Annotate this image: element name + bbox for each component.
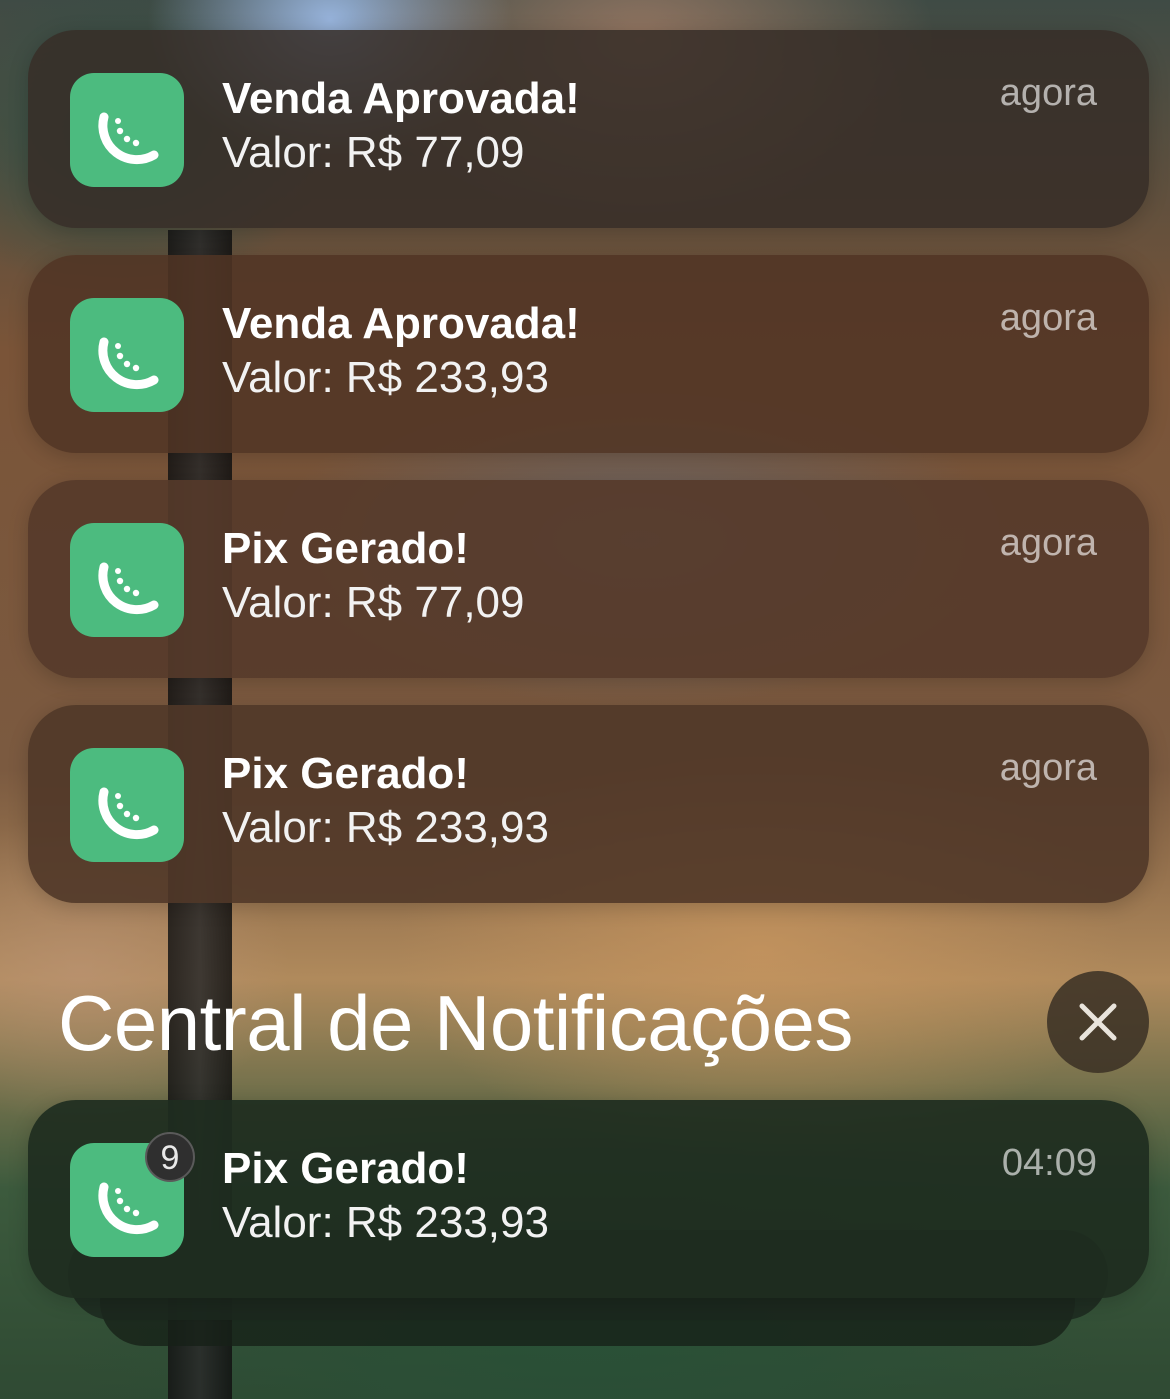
notification-time: agora [999, 297, 1097, 339]
notification-body: Valor: R$ 77,09 [222, 128, 525, 177]
notification-title: Venda Aprovada! [222, 299, 580, 348]
notification-time: agora [999, 72, 1097, 114]
notification-body: Valor: R$ 77,09 [222, 578, 525, 627]
lime-slice-icon [98, 787, 159, 840]
app-icon [70, 523, 184, 637]
lime-slice-icon [98, 112, 159, 165]
notification-title: Pix Gerado! [222, 524, 469, 573]
app-icon [70, 73, 184, 187]
app-icon [70, 748, 184, 862]
notification-body: Valor: R$ 233,93 [222, 353, 549, 402]
lime-slice-icon [98, 337, 159, 390]
notification-body: Valor: R$ 233,93 [222, 803, 549, 852]
notification-count-badge: 9 [145, 1132, 195, 1182]
notification-card[interactable]: Pix Gerado! Valor: R$ 233,93 agora [28, 705, 1149, 903]
notification-time: agora [999, 522, 1097, 564]
notification-title: Pix Gerado! [222, 749, 469, 798]
close-icon [1079, 1003, 1117, 1041]
grouped-notification-card[interactable]: 9 Pix Gerado! Valor: R$ 233,93 04:09 [28, 1100, 1149, 1298]
notification-time: agora [999, 747, 1097, 789]
notification-title: Pix Gerado! [222, 1144, 469, 1193]
notification-card[interactable]: Pix Gerado! Valor: R$ 77,09 agora [28, 480, 1149, 678]
notification-time: 04:09 [1001, 1142, 1097, 1184]
notification-card[interactable]: Venda Aprovada! Valor: R$ 233,93 agora [28, 255, 1149, 453]
clear-notifications-button[interactable] [1047, 971, 1149, 1073]
notification-body: Valor: R$ 233,93 [222, 1198, 549, 1247]
app-icon [70, 298, 184, 412]
lime-slice-icon [98, 562, 159, 615]
notification-title: Venda Aprovada! [222, 74, 580, 123]
notification-center-title: Central de Notificações [58, 979, 853, 1067]
notification-card[interactable]: Venda Aprovada! Valor: R$ 77,09 agora [28, 30, 1149, 228]
